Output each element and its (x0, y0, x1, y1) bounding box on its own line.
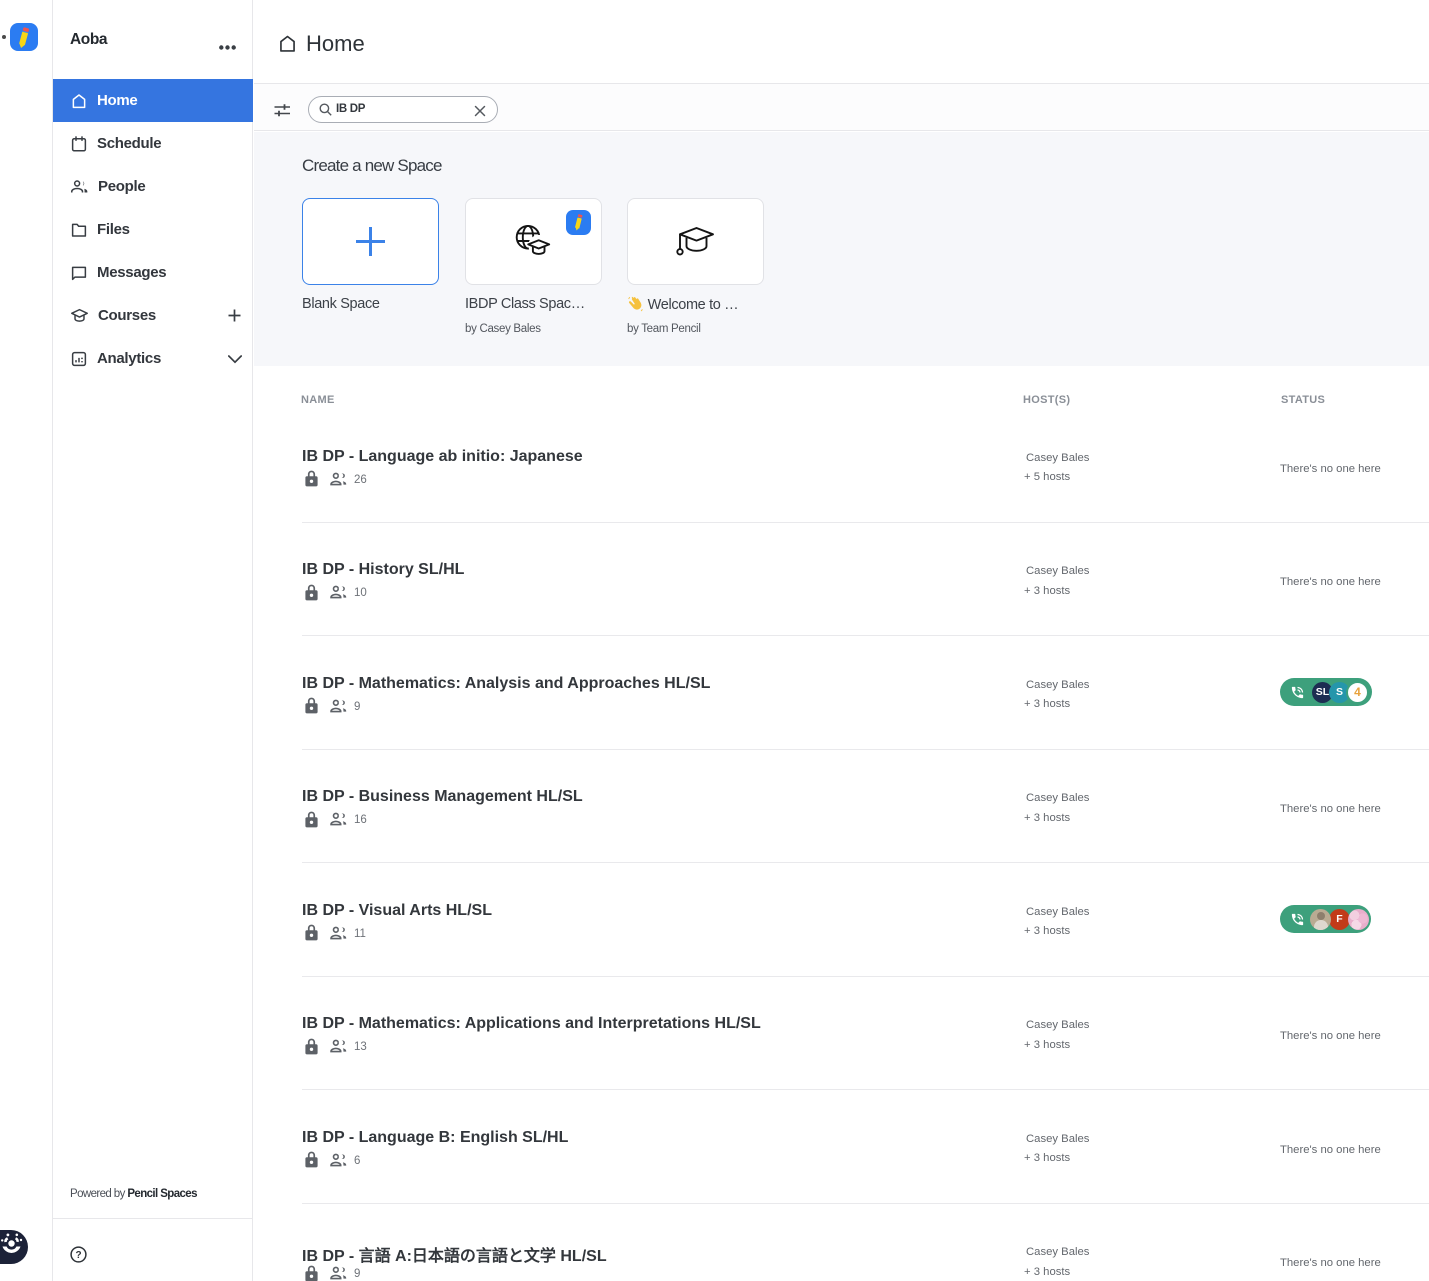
svg-text:?: ? (75, 1250, 81, 1261)
